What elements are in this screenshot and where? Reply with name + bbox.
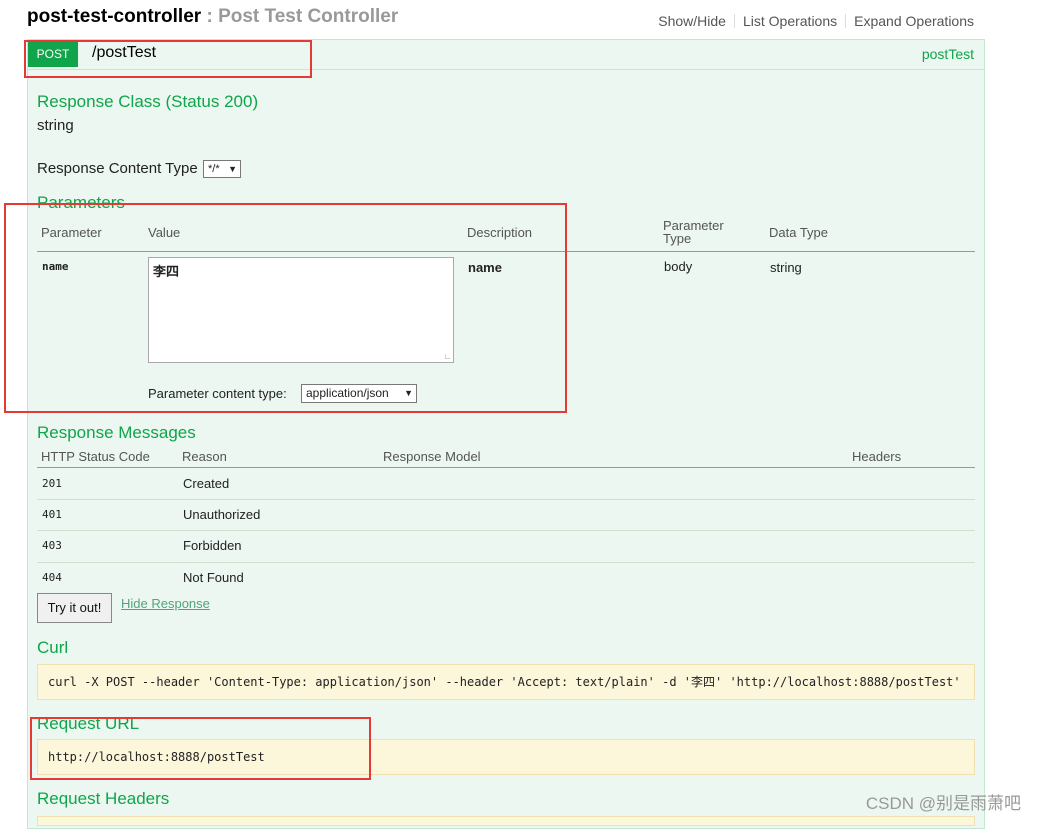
status-code: 401 bbox=[42, 508, 62, 521]
param-description: name bbox=[468, 260, 502, 275]
param-content-type-value: application/json bbox=[306, 386, 389, 400]
resp-col-model: Response Model bbox=[383, 449, 481, 464]
status-reason: Not Found bbox=[183, 570, 244, 585]
watermark: CSDN @别是雨萧吧 bbox=[865, 794, 1021, 813]
controller-name[interactable]: post-test-controller bbox=[27, 6, 201, 27]
resource-header: post-test-controller : Post Test Control… bbox=[27, 6, 977, 34]
request-headers-heading: Request Headers bbox=[37, 789, 170, 808]
param-name: name bbox=[42, 260, 69, 273]
list-operations-link[interactable]: List Operations bbox=[735, 14, 847, 28]
param-col-data-type: Data Type bbox=[769, 225, 829, 240]
request-headers-box[interactable] bbox=[37, 816, 975, 826]
status-code: 201 bbox=[42, 477, 62, 490]
curl-heading: Curl bbox=[37, 638, 69, 657]
param-type: body bbox=[664, 259, 693, 274]
param-col-description: Description bbox=[467, 225, 533, 240]
controller-description: Post Test Controller bbox=[218, 6, 399, 27]
hide-response-link[interactable]: Hide Response bbox=[121, 596, 210, 611]
param-value-textarea[interactable]: 李四 ∟ bbox=[148, 257, 454, 363]
response-class-value: string bbox=[37, 117, 74, 134]
param-value-text: 李四 bbox=[153, 264, 180, 279]
expand-operations-link[interactable]: Expand Operations bbox=[846, 14, 974, 28]
status-reason: Forbidden bbox=[183, 538, 242, 553]
curl-command-box[interactable]: curl -X POST --header 'Content-Type: app… bbox=[37, 664, 975, 700]
show-hide-link[interactable]: Show/Hide bbox=[650, 14, 735, 28]
response-content-type-value: */* bbox=[208, 163, 220, 175]
response-content-type-label: Response Content Type bbox=[37, 160, 198, 177]
row-divider bbox=[37, 530, 975, 531]
operation-nickname[interactable]: postTest bbox=[922, 46, 974, 62]
request-url-value: http://localhost:8888/postTest bbox=[48, 750, 265, 764]
chevron-down-icon: ▼ bbox=[228, 164, 237, 174]
row-divider bbox=[37, 562, 975, 563]
operation-heading[interactable]: POST /postTest postTest bbox=[28, 40, 984, 70]
request-url-box[interactable]: http://localhost:8888/postTest bbox=[37, 739, 975, 775]
controller-separator: : bbox=[201, 6, 219, 27]
param-content-type-select[interactable]: application/json ▼ bbox=[301, 384, 417, 403]
parameters-heading: Parameters bbox=[37, 193, 125, 212]
resp-col-reason: Reason bbox=[182, 449, 227, 464]
status-reason: Unauthorized bbox=[183, 507, 261, 522]
curl-command: curl -X POST --header 'Content-Type: app… bbox=[48, 675, 961, 689]
try-it-out-button[interactable]: Try it out! bbox=[37, 593, 112, 623]
param-data-type: string bbox=[770, 260, 802, 275]
status-reason: Created bbox=[183, 476, 230, 491]
chevron-down-icon: ▼ bbox=[404, 388, 413, 398]
row-divider bbox=[37, 499, 975, 500]
http-method-badge[interactable]: POST bbox=[28, 41, 78, 67]
resource-links: Show/Hide List Operations Expand Operation… bbox=[650, 13, 974, 29]
resize-grip-icon[interactable]: ∟ bbox=[444, 353, 452, 361]
param-col-value: Value bbox=[148, 225, 181, 240]
param-header-rule bbox=[37, 251, 975, 252]
response-messages-heading: Response Messages bbox=[37, 423, 196, 442]
resp-col-headers: Headers bbox=[852, 449, 902, 464]
response-class-heading: Response Class (Status 200) bbox=[37, 92, 259, 111]
param-content-type-label: Parameter content type: bbox=[148, 386, 287, 401]
resp-col-status: HTTP Status Code bbox=[41, 449, 150, 464]
param-col-parameter: Parameter bbox=[41, 225, 102, 240]
request-url-heading: Request URL bbox=[37, 714, 140, 733]
status-code: 403 bbox=[42, 539, 62, 552]
status-code: 404 bbox=[42, 571, 62, 584]
response-content-type-select[interactable]: */* ▼ bbox=[203, 160, 241, 178]
param-col-parameter-type: Parameter Type bbox=[663, 218, 724, 246]
resp-header-rule bbox=[37, 467, 975, 468]
operation-path[interactable]: /postTest bbox=[92, 44, 156, 62]
